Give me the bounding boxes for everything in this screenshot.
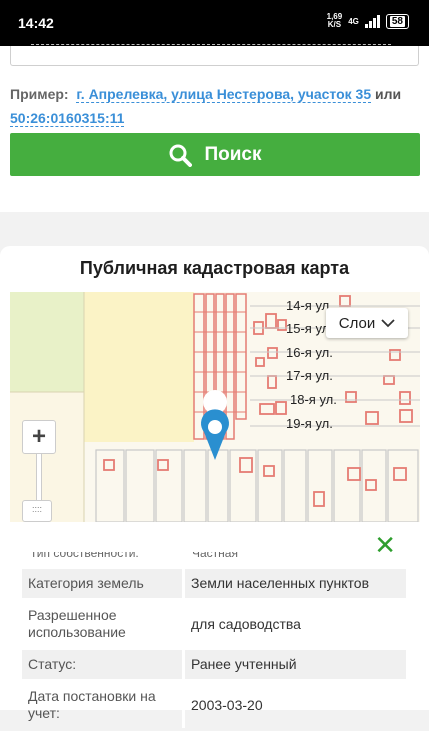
parcel-properties-table: Категория земель Земли населенных пункто… (22, 566, 406, 731)
property-value: 2003-03-20 (182, 682, 406, 728)
network-speed-unit: K/S (327, 20, 342, 29)
example-number-link[interactable]: 50:26:0160315:11 (10, 110, 125, 127)
example-label: Пример: (10, 86, 69, 102)
status-time: 14:42 (18, 15, 54, 31)
search-input[interactable] (10, 44, 419, 66)
battery-icon: 58 (385, 13, 409, 29)
battery-level: 58 (389, 15, 405, 27)
search-example: Пример: г. Апрелевка, улица Нестерова, у… (10, 82, 420, 130)
zoom-slider-handle[interactable]: :::: (22, 500, 52, 522)
status-bar: 14:42 1,69 K/S 4G 58 (0, 0, 429, 46)
map-card-title: Публичная кадастровая карта (79, 258, 350, 278)
property-key: Статус: (22, 650, 182, 679)
table-row: Статус: Ранее учтенный (22, 650, 406, 679)
search-button-label: Поиск (204, 143, 262, 165)
street-label: 18-я ул. (290, 392, 337, 407)
table-row: Разрешенное использование для садоводств… (22, 601, 406, 647)
property-value: Ранее учтенный (182, 650, 406, 679)
street-label: 19-я ул. (286, 416, 333, 431)
table-row: Дата постановки на учет: 2003-03-20 (22, 682, 406, 728)
layers-button[interactable]: Слои (326, 308, 408, 338)
chevron-down-icon (381, 319, 395, 328)
example-address-link[interactable]: г. Апрелевка, улица Нестерова, участок 3… (76, 86, 372, 103)
table-row: Категория земель Земли населенных пункто… (22, 569, 406, 598)
search-icon (169, 144, 193, 167)
zoom-slider[interactable] (36, 454, 42, 504)
example-or: или (375, 86, 402, 102)
network-type: 4G (348, 16, 359, 26)
property-key: Разрешенное использование (28, 607, 126, 640)
street-label: 16-я ул. (286, 345, 333, 360)
property-value: для садоводства (182, 601, 406, 647)
property-key: Категория земель (22, 569, 182, 598)
map-card: Публичная кадастровая карта 14-я ул. 15-… (0, 246, 429, 728)
property-key: Дата постановки на учет: (28, 688, 156, 721)
zoom-in-button[interactable]: + (22, 420, 56, 454)
signal-icon (364, 14, 380, 28)
search-section: Пример: г. Апрелевка, улица Нестерова, у… (0, 44, 429, 212)
search-button[interactable]: Поиск (10, 133, 420, 176)
property-key: Тип собственности: (30, 552, 139, 560)
street-label: 17-я ул. (286, 368, 333, 383)
property-row-partial: Тип собственности: Частная (30, 552, 410, 560)
cadastral-map[interactable]: 14-я ул. 15-я ул. 16-я ул. 17-я ул. 18-я… (10, 292, 420, 522)
layers-label: Слои (338, 314, 376, 332)
status-icons: 1,69 K/S 4G 58 (327, 13, 409, 29)
property-value: Земли населенных пунктов (182, 569, 406, 598)
property-value: Частная (192, 552, 238, 560)
network-speed: 1,69 K/S (327, 13, 343, 29)
parcel-info-panel: ✕ Тип собственности: Частная Категория з… (10, 522, 420, 728)
